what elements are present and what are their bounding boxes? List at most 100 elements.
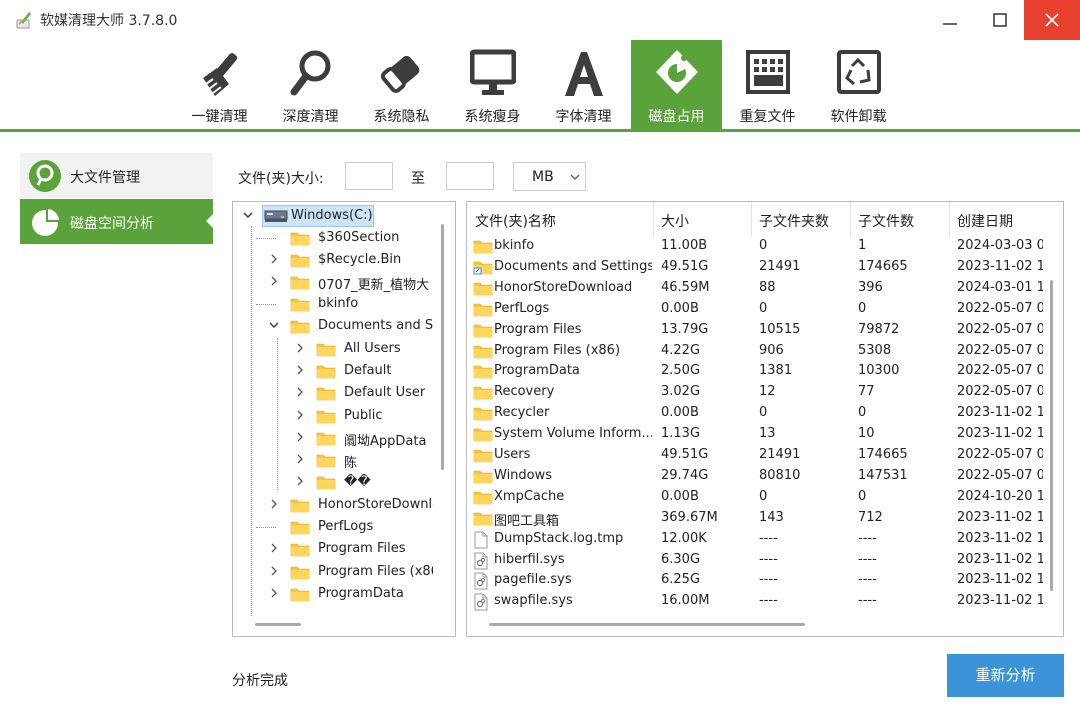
table-row[interactable]: swapfile.sys 16.00M ---- ---- 2023-11-02 14: [467, 591, 1063, 612]
tree-item[interactable]: bkinfo: [0, 293, 436, 315]
tool-system-slim[interactable]: 系统瘦身: [447, 40, 538, 132]
grid-vertical-scrollbar[interactable]: [1050, 280, 1053, 591]
cell-size: 49.51G: [661, 447, 709, 462]
tree-item[interactable]: ��: [0, 471, 436, 493]
expander-collapsed-icon[interactable]: [294, 409, 306, 421]
folder-icon: [473, 426, 493, 446]
table-row[interactable]: XmpCache 0.00B 0 0 2024-10-20 12: [467, 487, 1063, 508]
expander-collapsed-icon[interactable]: [268, 275, 280, 287]
column-header-subfolders[interactable]: 子文件夹数: [759, 211, 829, 231]
table-row[interactable]: hiberfil.sys 6.30G ---- ---- 2023-11-02 14: [467, 550, 1063, 571]
table-row[interactable]: Recycler 0.00B 0 0 2023-11-02 14: [467, 403, 1063, 424]
table-row[interactable]: HonorStoreDownload 46.59M 88 396 2024-03-01 …: [467, 278, 1063, 299]
cell-files: 0: [858, 405, 867, 421]
tree-item[interactable]: ProgramData: [0, 583, 436, 605]
tree-item[interactable]: $Recycle.Bin: [0, 249, 436, 271]
cell-name: Documents and Settings: [494, 258, 652, 274]
tree-item[interactable]: Default: [0, 360, 436, 382]
expander-collapsed-icon[interactable]: [294, 364, 306, 376]
size-from-input[interactable]: [345, 162, 393, 190]
tree-item[interactable]: $360Section: [0, 227, 436, 249]
table-row[interactable]: 图吧工具箱 369.67M 143 712 2023-11-02 16: [467, 508, 1063, 529]
tree-item[interactable]: 0707_更新_植物大: [0, 271, 436, 293]
tool-duplicate-files[interactable]: 重复文件: [722, 40, 813, 132]
column-header-created[interactable]: 创建日期: [957, 211, 1013, 231]
table-row[interactable]: Users 49.51G 21491 174665 2022-05-07 05: [467, 445, 1063, 466]
cell-files: 712: [858, 509, 883, 525]
cell-created: 2023-11-02 14: [957, 551, 1043, 567]
table-row[interactable]: DumpStack.log.tmp 12.00K ---- ---- 2023-11-0…: [467, 529, 1063, 550]
cell-subfolders: ----: [759, 572, 778, 588]
column-header-name[interactable]: 文件(夹)名称: [475, 211, 556, 231]
expander-collapsed-icon[interactable]: [294, 386, 306, 398]
table-row[interactable]: PerfLogs 0.00B 0 0 2022-05-07 05: [467, 299, 1063, 320]
cell-subfolders: ----: [759, 530, 778, 546]
table-row[interactable]: Recovery 3.02G 12 77 2022-05-07 05: [467, 382, 1063, 404]
cell-name: PerfLogs: [494, 300, 550, 316]
tree-item[interactable]: Default User: [0, 382, 436, 404]
grid-horizontal-scrollbar[interactable]: [489, 623, 805, 626]
expander-collapsed-icon[interactable]: [294, 431, 306, 443]
expander-collapsed-icon[interactable]: [268, 253, 280, 265]
table-row[interactable]: bkinfo 11.00B 0 1 2024-03-03 03: [467, 236, 1063, 257]
cell-created: 2022-05-07 05: [957, 300, 1043, 316]
cell-files: 5308: [858, 342, 892, 358]
tool-label: 系统隐私: [373, 109, 430, 125]
table-row[interactable]: Windows 29.74G 80810 147531 2022-05-07 05: [467, 466, 1063, 487]
tree-item[interactable]: Public: [0, 405, 436, 427]
tool-deep-clean[interactable]: 深度清理: [265, 40, 356, 132]
expander-collapsed-icon[interactable]: [294, 453, 306, 465]
tree-vertical-scrollbar[interactable]: [441, 224, 444, 470]
tool-uninstall[interactable]: 软件卸载: [813, 40, 904, 132]
tree-item[interactable]: HonorStoreDownlo: [0, 494, 436, 516]
cell-created: 2024-03-01 13: [957, 279, 1043, 295]
tree-item-root[interactable]: Windows(C:): [240, 205, 440, 227]
tree-item[interactable]: Program Files (x86): [0, 561, 436, 583]
expander-expanded-icon[interactable]: [242, 209, 254, 221]
table-row[interactable]: Program Files 13.79G 10515 79872 2022-05-07 …: [467, 320, 1063, 341]
minimize-button[interactable]: [922, 0, 978, 40]
recycle-icon: [837, 50, 881, 94]
size-to-input[interactable]: [446, 162, 494, 190]
tree-item[interactable]: 阘坳AppData: [0, 427, 436, 449]
tool-font-clean[interactable]: 字体清理: [538, 40, 629, 132]
cell-files: 77: [858, 384, 875, 400]
column-header-files[interactable]: 子文件数: [858, 211, 914, 231]
tree-item[interactable]: 陈: [0, 449, 436, 471]
tool-system-privacy[interactable]: 系统隐私: [356, 40, 447, 132]
table-row[interactable]: Documents and Settings 49.51G 21491 174665 2…: [467, 257, 1063, 278]
tree-item[interactable]: Program Files: [0, 538, 436, 560]
tree-item[interactable]: Documents and Set: [0, 315, 436, 337]
close-button[interactable]: [1024, 0, 1080, 40]
folder-icon: [290, 564, 310, 580]
expander-expanded-icon[interactable]: [268, 319, 280, 331]
cell-size: 11.00B: [661, 238, 708, 253]
tree-horizontal-scrollbar[interactable]: [255, 623, 301, 626]
column-header-size[interactable]: 大小: [661, 211, 689, 231]
expander-collapsed-icon[interactable]: [268, 542, 280, 554]
tool-one-click-clean[interactable]: 一键清理: [174, 40, 265, 132]
tree-item-label: HonorStoreDownlo: [318, 496, 433, 512]
reanalyze-button[interactable]: 重新分析: [947, 654, 1064, 697]
tree-item[interactable]: PerfLogs: [0, 516, 436, 538]
tool-disk-usage[interactable]: 磁盘占用: [631, 40, 722, 132]
expander-collapsed-icon[interactable]: [294, 342, 306, 354]
table-row[interactable]: System Volume Inform... 1.13G 13 10 2023-11-…: [467, 424, 1063, 446]
table-row[interactable]: Program Files (x86) 4.22G 906 5308 2022-05-0…: [467, 341, 1063, 362]
expander-collapsed-icon[interactable]: [294, 475, 306, 487]
expander-collapsed-icon[interactable]: [268, 565, 280, 577]
unit-value: MB: [532, 169, 554, 185]
table-row[interactable]: pagefile.sys 6.25G ---- ---- 2023-11-02 14: [467, 570, 1063, 591]
tree-item-label: ProgramData: [318, 585, 404, 601]
cell-size: 369.67M: [661, 509, 718, 525]
table-row[interactable]: ProgramData 2.50G 1381 10300 2022-05-07 05: [467, 361, 1063, 382]
expander-collapsed-icon[interactable]: [268, 587, 280, 599]
sidebar-item-large-files[interactable]: 大文件管理: [20, 153, 213, 198]
tree-item[interactable]: All Users: [0, 338, 436, 360]
maximize-button[interactable]: [972, 0, 1028, 40]
expander-collapsed-icon[interactable]: [268, 498, 280, 510]
folder-icon: [316, 408, 336, 424]
folder-icon: [473, 384, 493, 404]
cell-size: 6.30G: [661, 551, 701, 567]
unit-select[interactable]: MB: [513, 162, 586, 191]
